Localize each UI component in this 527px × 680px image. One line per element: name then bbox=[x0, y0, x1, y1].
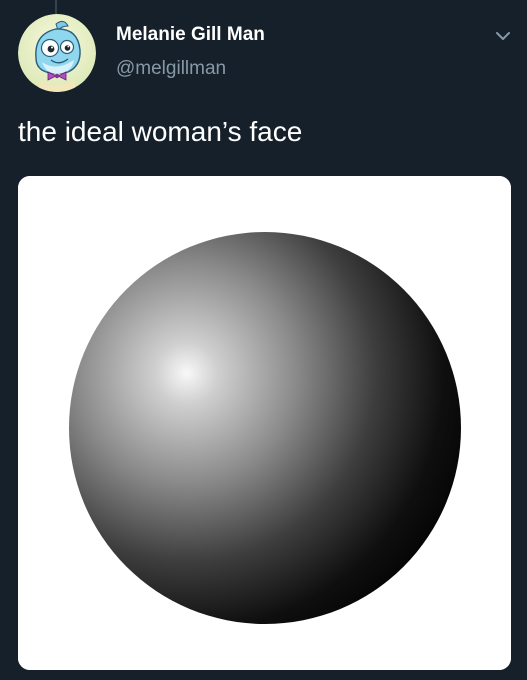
chevron-down-icon bbox=[496, 32, 510, 40]
avatar[interactable] bbox=[18, 14, 96, 92]
handle[interactable]: @melgillman bbox=[116, 58, 265, 80]
tweet-menu-button[interactable] bbox=[489, 24, 517, 48]
tweet: Melanie Gill Man @melgillman the ideal w… bbox=[0, 0, 527, 680]
author-block: Melanie Gill Man @melgillman bbox=[116, 24, 265, 80]
thread-line bbox=[55, 0, 57, 14]
tweet-text: the ideal woman’s face bbox=[18, 116, 303, 147]
display-name[interactable]: Melanie Gill Man bbox=[116, 24, 265, 46]
fish-character-avatar-icon bbox=[18, 14, 96, 92]
tweet-media[interactable] bbox=[18, 176, 511, 670]
shaded-sphere-image-icon bbox=[18, 176, 511, 670]
